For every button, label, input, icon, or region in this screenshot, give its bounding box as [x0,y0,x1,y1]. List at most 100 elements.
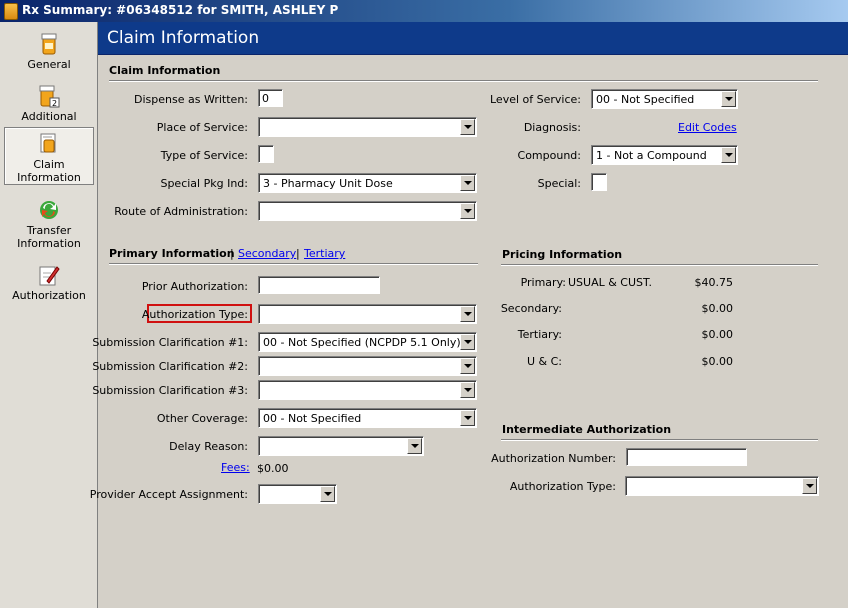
pricing-tertiary-label: Tertiary: [517,328,562,341]
combo-value: 00 - Not Specified [263,412,362,425]
sidebar-item-authorization[interactable]: Authorization [4,263,94,302]
provider-accept-assignment-select[interactable] [258,484,337,504]
submission-clarification-3-select[interactable] [258,380,477,400]
fees-value: $0.00 [257,462,289,475]
pill-bottle-icon [38,32,60,56]
intermediate-auth-number-label: Authorization Number: [491,452,616,465]
submission-clarification-1-select[interactable]: 00 - Not Specified (NCPDP 5.1 Only) [258,332,477,352]
daw-label: Dispense as Written: [134,93,248,106]
intermediate-auth-number-field[interactable] [626,448,747,466]
sidebar-item-label: Claim Information [17,158,81,184]
level-of-service-select[interactable]: 00 - Not Specified [591,89,738,109]
prior-authorization-label: Prior Authorization: [141,280,248,293]
chevron-down-icon[interactable] [407,438,422,454]
submission-clarification-1-label: Submission Clarification #1: [92,336,248,349]
authorization-type-select[interactable] [258,304,477,324]
pricing-uc-value: $0.00 [701,355,734,368]
pricing-secondary-value: $0.00 [701,302,734,315]
chevron-down-icon[interactable] [460,175,475,191]
delay-reason-select[interactable] [258,436,424,456]
combo-value: 00 - Not Specified (NCPDP 5.1 Only) [263,336,461,349]
sidebar-item-label: Additional [21,110,77,123]
chevron-down-icon[interactable] [460,382,475,398]
sidebar-item-label: General [27,58,71,71]
sidebar-item-transfer-information[interactable]: Transfer Information [4,198,94,250]
chevron-down-icon[interactable] [460,306,475,322]
claim-section-title: Claim Information [109,64,221,77]
special-pkg-ind-label: Special Pkg Ind: [160,177,248,190]
page-title: Claim Information [107,28,260,48]
authorization-pen-icon [38,263,60,287]
fees-link[interactable]: Fees: [221,461,250,474]
pricing-section-divider [501,264,818,266]
primary-section-divider [109,263,478,265]
intermediate-auth-type-label: Authorization Type: [509,480,616,493]
chevron-down-icon[interactable] [460,358,475,374]
pricing-primary-desc: USUAL & CUST. [568,276,652,289]
combo-value: 00 - Not Specified [596,93,695,106]
link-separator: | [230,247,234,260]
special-pkg-ind-select[interactable]: 3 - Pharmacy Unit Dose [258,173,477,193]
prior-authorization-field[interactable] [258,276,380,294]
sidebar-item-claim-information[interactable]: Claim Information [4,127,94,185]
chevron-down-icon[interactable] [460,410,475,426]
compound-label: Compound: [517,149,581,162]
submission-clarification-2-label: Submission Clarification #2: [92,360,248,373]
submission-clarification-3-label: Submission Clarification #3: [92,384,248,397]
chevron-down-icon[interactable] [460,203,475,219]
secondary-link[interactable]: Secondary [238,247,296,260]
claim-document-icon [38,132,60,156]
chevron-down-icon[interactable] [460,334,475,350]
route-of-administration-label: Route of Administration: [114,205,248,218]
authorization-type-label: Authorization Type: [141,308,248,321]
provider-accept-assignment-label: Provider Accept Assignment: [89,488,248,501]
chevron-down-icon[interactable] [320,486,335,502]
level-of-service-label: Level of Service: [490,93,581,106]
combo-value: 1 - Not a Compound [596,149,707,162]
primary-section-title: Primary Information [109,247,235,260]
combo-value: 3 - Pharmacy Unit Dose [263,177,393,190]
chevron-down-icon[interactable] [721,147,736,163]
claim-section-divider [109,80,818,82]
place-of-service-select[interactable] [258,117,477,137]
chevron-down-icon[interactable] [721,91,736,107]
chevron-down-icon[interactable] [460,119,475,135]
pricing-primary-value: $40.75 [694,276,734,289]
type-of-service-checkbox[interactable] [258,145,274,163]
intermediate-auth-section-title: Intermediate Authorization [502,423,672,436]
other-coverage-label: Other Coverage: [156,412,248,425]
window-title: Rx Summary: #06348512 for SMITH, ASHLEY … [22,3,339,17]
pricing-section-title: Pricing Information [502,248,623,261]
svg-text:2: 2 [52,99,57,108]
rx-bottle-icon [4,3,18,20]
compound-select[interactable]: 1 - Not a Compound [591,145,738,165]
transfer-arrows-icon [38,198,60,222]
route-of-administration-select[interactable] [258,201,477,221]
pill-bottle-number-icon: 2 [38,84,60,108]
sidebar-item-additional[interactable]: 2 Additional [4,84,94,123]
pricing-secondary-label: Secondary: [500,302,562,315]
sidebar-item-general[interactable]: General [4,32,94,71]
pricing-tertiary-value: $0.00 [701,328,734,341]
sidebar-item-label: Transfer Information [17,224,81,250]
special-label: Special: [537,177,581,190]
chevron-down-icon[interactable] [802,478,817,494]
other-coverage-select[interactable]: 00 - Not Specified [258,408,477,428]
place-of-service-label: Place of Service: [156,121,248,134]
main-panel: Claim Information Claim Information Disp… [90,22,848,608]
special-checkbox[interactable] [591,173,607,191]
panel-header: Claim Information [98,22,848,55]
diagnosis-label: Diagnosis: [523,121,581,134]
link-separator: | [296,247,300,260]
edit-codes-link[interactable]: Edit Codes [678,121,737,134]
tertiary-link[interactable]: Tertiary [304,247,345,260]
pricing-uc-label: U & C: [526,355,562,368]
pricing-primary-label: Primary: [520,276,566,289]
submission-clarification-2-select[interactable] [258,356,477,376]
daw-field[interactable]: 0 [258,89,283,107]
delay-reason-label: Delay Reason: [169,440,248,453]
intermediate-auth-type-select[interactable] [625,476,819,496]
window-title-bar[interactable]: Rx Summary: #06348512 for SMITH, ASHLEY … [0,0,848,22]
sidebar-item-label: Authorization [12,289,86,302]
type-of-service-label: Type of Service: [160,149,248,162]
